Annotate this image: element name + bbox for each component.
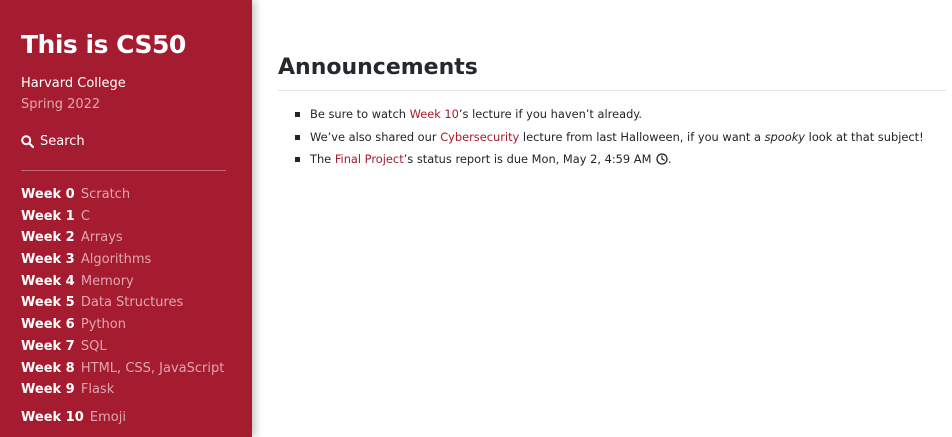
page-title: Announcements	[278, 55, 478, 80]
sidebar-item-week-8[interactable]: Week 8 HTML, CSS, JavaScript	[21, 360, 224, 382]
announcement-text: ’s lecture if you haven’t already.	[458, 107, 643, 121]
week-number: Week 5	[21, 295, 75, 311]
week-topic-link[interactable]: Scratch	[81, 187, 130, 202]
week-topic-link[interactable]: Python	[81, 317, 126, 332]
week-number: Week 4	[21, 273, 75, 289]
site-title[interactable]: This is CS50	[21, 30, 186, 59]
announcement-text: lecture from last Halloween, if you want…	[519, 129, 765, 144]
sidebar-item-week-10[interactable]: Week 10 Emoji	[21, 409, 224, 431]
week-list: Week 0 Scratch Week 1 C Week 2 Arrays We…	[21, 186, 224, 431]
announcement-text: The	[310, 152, 335, 166]
sidebar-item-week-3[interactable]: Week 3 Algorithms	[21, 251, 224, 273]
week-number: Week 2	[21, 230, 75, 246]
announcement-text: look at that subject!	[805, 129, 924, 144]
sidebar-item-week-2[interactable]: Week 2 Arrays	[21, 229, 224, 251]
week-number: Week 3	[21, 252, 75, 268]
week-number: Week 6	[21, 317, 75, 333]
sidebar: This is CS50 Harvard College Spring 2022…	[0, 0, 252, 437]
announcement-item: The Final Project’s status report is due…	[294, 150, 924, 173]
week-topic-link[interactable]: HTML, CSS, JavaScript	[81, 361, 224, 376]
week-10-link[interactable]: Week 10	[410, 107, 459, 121]
sidebar-item-week-6[interactable]: Week 6 Python	[21, 316, 224, 338]
announcement-text: We’ve also shared our	[310, 129, 441, 144]
week-topic-link[interactable]: SQL	[81, 339, 107, 354]
announcement-list: Be sure to watch Week 10’s lecture if yo…	[294, 105, 924, 173]
term-label: Spring 2022	[21, 97, 101, 112]
week-number: Week 0	[21, 187, 75, 202]
week-topic-link[interactable]: Algorithms	[81, 252, 151, 267]
sidebar-divider	[21, 170, 226, 171]
main-content: Announcements Be sure to watch Week 10’s…	[278, 0, 946, 437]
emphasis-text: spooky	[764, 129, 806, 144]
week-topic-link[interactable]: Data Structures	[81, 295, 183, 310]
week-number: Week 8	[21, 360, 75, 376]
announcement-item: We’ve also shared our Cybersecurity lect…	[294, 128, 924, 151]
sidebar-item-week-9[interactable]: Week 9 Flask	[21, 381, 224, 403]
week-topic-link[interactable]: Flask	[81, 382, 114, 397]
week-number: Week 9	[21, 382, 75, 398]
announcement-item: Be sure to watch Week 10’s lecture if yo…	[294, 105, 924, 128]
week-topic-link[interactable]: Arrays	[81, 230, 123, 245]
heading-divider	[278, 90, 946, 91]
week-number: Week 1	[21, 208, 75, 224]
search-label: Search	[40, 134, 85, 149]
clock-icon[interactable]	[656, 152, 668, 170]
sidebar-item-week-0[interactable]: Week 0 Scratch	[21, 186, 224, 208]
week-number: Week 7	[21, 338, 75, 354]
cybersecurity-link[interactable]: Cybersecurity	[440, 130, 519, 144]
final-project-link[interactable]: Final Project	[335, 152, 404, 166]
announcement-text: .	[668, 152, 672, 166]
sidebar-item-week-1[interactable]: Week 1 C	[21, 208, 224, 230]
sidebar-item-week-7[interactable]: Week 7 SQL	[21, 338, 224, 360]
school-label: Harvard College	[21, 76, 126, 91]
week-topic-link[interactable]: Emoji	[90, 410, 126, 425]
announcement-text: ’s status report is due Mon, May 2, 4:59…	[403, 152, 652, 166]
sidebar-item-week-4[interactable]: Week 4 Memory	[21, 273, 224, 295]
week-topic-link[interactable]: C	[81, 209, 90, 224]
search-icon	[21, 135, 34, 148]
week-number: Week 10	[21, 409, 84, 425]
search-button[interactable]: Search	[21, 134, 85, 149]
sidebar-item-week-5[interactable]: Week 5 Data Structures	[21, 294, 224, 316]
announcement-text: Be sure to watch	[310, 107, 410, 121]
week-topic-link[interactable]: Memory	[81, 274, 134, 289]
